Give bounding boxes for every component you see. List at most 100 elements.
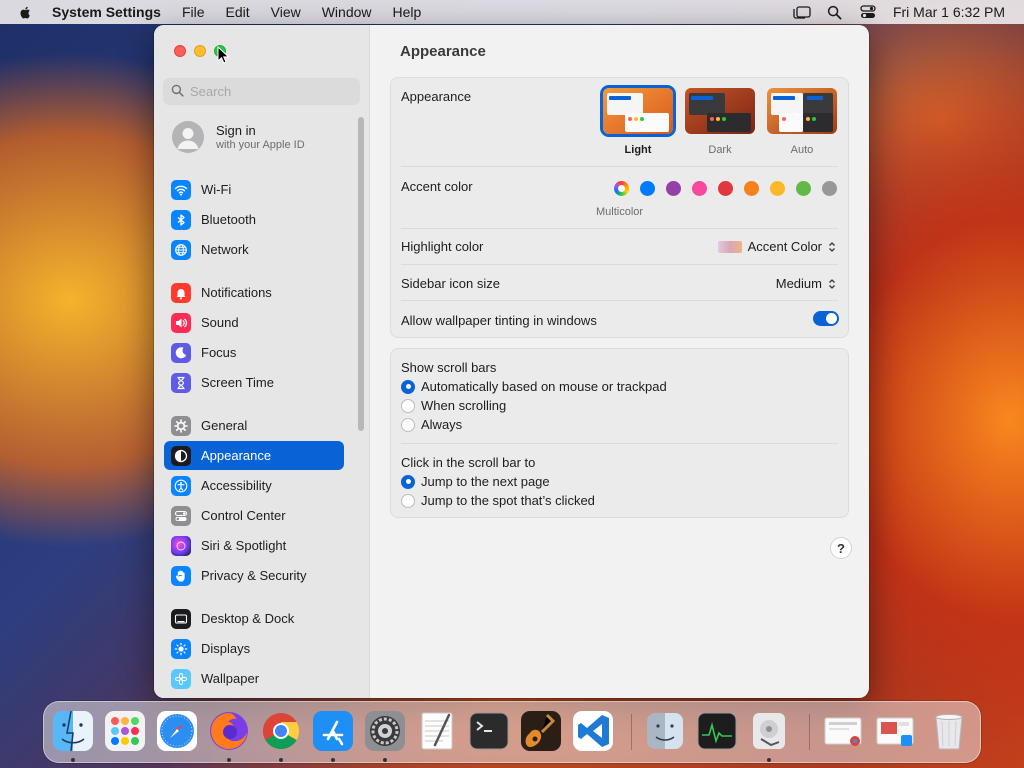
sidebar-item-displays[interactable]: Displays (164, 634, 344, 663)
recent-documents-stack-icon[interactable] (821, 709, 865, 753)
accent-yellow-swatch[interactable] (770, 181, 785, 196)
scroll-always-radio[interactable]: Always (401, 417, 462, 432)
terminal-icon[interactable] (467, 709, 511, 753)
migration-assistant-icon[interactable] (643, 709, 687, 753)
help-button[interactable]: ? (830, 537, 852, 559)
running-indicator (71, 758, 75, 762)
app-store-icon[interactable] (311, 709, 355, 753)
scroll-when-scrolling-radio[interactable]: When scrolling (401, 398, 506, 413)
trash-icon[interactable] (927, 709, 971, 753)
menu-help[interactable]: Help (393, 4, 422, 20)
radio-label: When scrolling (421, 398, 507, 413)
sidebar-item-label: Notifications (201, 285, 272, 300)
sidebar-item-desktop-dock[interactable]: Desktop & Dock (164, 604, 344, 633)
wallpaper-tinting-toggle[interactable] (813, 311, 839, 326)
show-scroll-bars-label: Show scroll bars (401, 360, 497, 375)
launchpad-icon[interactable] (103, 709, 147, 753)
sidebar-item-siri-spotlight[interactable]: Siri & Spotlight (164, 531, 344, 560)
apple-menu-icon[interactable] (18, 4, 34, 20)
highlight-color-popup[interactable]: Accent Color (717, 239, 836, 254)
menu-app-name[interactable]: System Settings (52, 4, 161, 20)
sidebar-item-privacy-security[interactable]: Privacy & Security (164, 561, 344, 590)
search-field[interactable] (163, 78, 360, 105)
radio-button[interactable] (401, 474, 415, 489)
spotlight-search-icon[interactable] (826, 4, 844, 20)
divider (401, 166, 838, 167)
menu-edit[interactable]: Edit (226, 4, 250, 20)
sidebar-item-wifi[interactable]: Wi-Fi (164, 175, 344, 204)
close-button[interactable] (174, 45, 186, 57)
sidebar-icon-size-popup[interactable]: Medium (776, 276, 836, 291)
jump-to-spot-radio[interactable]: Jump to the spot that’s clicked (401, 493, 595, 508)
menu-file[interactable]: File (182, 4, 205, 20)
sidebar-item-control-center[interactable]: Control Center (164, 501, 344, 530)
running-indicator (331, 758, 335, 762)
main-pane: Appearance Appearance Light Dark Auto Ac… (370, 25, 869, 698)
sidebar-item-bluetooth[interactable]: Bluetooth (164, 205, 344, 234)
sidebar-item-focus[interactable]: Focus (164, 338, 344, 367)
accent-red-swatch[interactable] (718, 181, 733, 196)
menu-window[interactable]: Window (322, 4, 372, 20)
sidebar-item-wallpaper[interactable]: Wallpaper (164, 664, 344, 693)
menu-clock[interactable]: Fri Mar 1 6:32 PM (893, 4, 1005, 20)
sidebar-item-label: Screen Time (201, 375, 274, 390)
sidebar-item-accessibility[interactable]: Accessibility (164, 471, 344, 500)
sidebar-item-label: Control Center (201, 508, 286, 523)
appearance-icon (171, 445, 191, 466)
sidebar-icon-size-label: Sidebar icon size (401, 276, 500, 291)
search-input[interactable] (190, 84, 350, 99)
accent-blue-swatch[interactable] (640, 181, 655, 196)
running-indicator (279, 758, 283, 762)
sidebar-item-general[interactable]: General (164, 411, 344, 440)
control-center-icon[interactable] (859, 4, 877, 20)
accent-multicolor-swatch[interactable] (614, 181, 629, 196)
sidebar: Sign in with your Apple ID Wi-Fi Bluetoo… (154, 25, 370, 698)
sidebar-scrollbar[interactable] (358, 117, 364, 431)
sidebar-item-label: Bluetooth (201, 212, 256, 227)
stage-manager-icon[interactable] (793, 4, 811, 20)
accent-pink-swatch[interactable] (692, 181, 707, 196)
garageband-icon[interactable] (519, 709, 563, 753)
sidebar-item-appearance[interactable]: Appearance (164, 441, 344, 470)
running-indicator (767, 758, 771, 762)
page-title: Appearance (400, 43, 486, 60)
sidebar-item-label: Appearance (201, 448, 272, 463)
accent-graphite-swatch[interactable] (822, 181, 837, 196)
sidebar-item-network[interactable]: Network (164, 235, 344, 264)
firefox-icon[interactable] (207, 709, 251, 753)
globe-icon (171, 239, 191, 260)
sidebar-item-notifications[interactable]: Notifications (164, 278, 344, 307)
textedit-icon[interactable] (415, 709, 459, 753)
running-indicator (227, 758, 231, 762)
radio-button[interactable] (401, 398, 415, 413)
accent-orange-swatch[interactable] (744, 181, 759, 196)
sidebar-item-sound[interactable]: Sound (164, 308, 344, 337)
scroll-bars-group: Show scroll bars Automatically based on … (390, 348, 849, 518)
safari-icon[interactable] (155, 709, 199, 753)
scroll-auto-radio[interactable]: Automatically based on mouse or trackpad (401, 379, 667, 394)
chrome-icon[interactable] (259, 709, 303, 753)
accent-purple-swatch[interactable] (666, 181, 681, 196)
appearance-auto-option[interactable] (767, 88, 837, 134)
menu-view[interactable]: View (271, 4, 301, 20)
finder-icon[interactable] (51, 709, 95, 753)
radio-button[interactable] (401, 493, 415, 508)
disk-utility-icon[interactable] (747, 709, 791, 753)
appearance-light-option[interactable] (603, 88, 673, 134)
minimize-button[interactable] (194, 45, 206, 57)
sidebar-item-screen-time[interactable]: Screen Time (164, 368, 344, 397)
radio-button[interactable] (401, 417, 415, 432)
recent-apps-stack-icon[interactable] (873, 709, 917, 753)
sidebar-item-label: Siri & Spotlight (201, 538, 287, 553)
menu-bar: System Settings File Edit View Window He… (0, 0, 1024, 24)
vscode-icon[interactable] (571, 709, 615, 753)
appearance-dark-option[interactable] (685, 88, 755, 134)
radio-button[interactable] (401, 379, 415, 394)
stepper-arrows-icon (828, 278, 836, 290)
system-settings-icon[interactable] (363, 709, 407, 753)
jump-next-page-radio[interactable]: Jump to the next page (401, 474, 550, 489)
apple-id-signin[interactable]: Sign in with your Apple ID (172, 121, 305, 153)
accent-green-swatch[interactable] (796, 181, 811, 196)
activity-monitor-icon[interactable] (695, 709, 739, 753)
highlight-color-label: Highlight color (401, 239, 484, 254)
